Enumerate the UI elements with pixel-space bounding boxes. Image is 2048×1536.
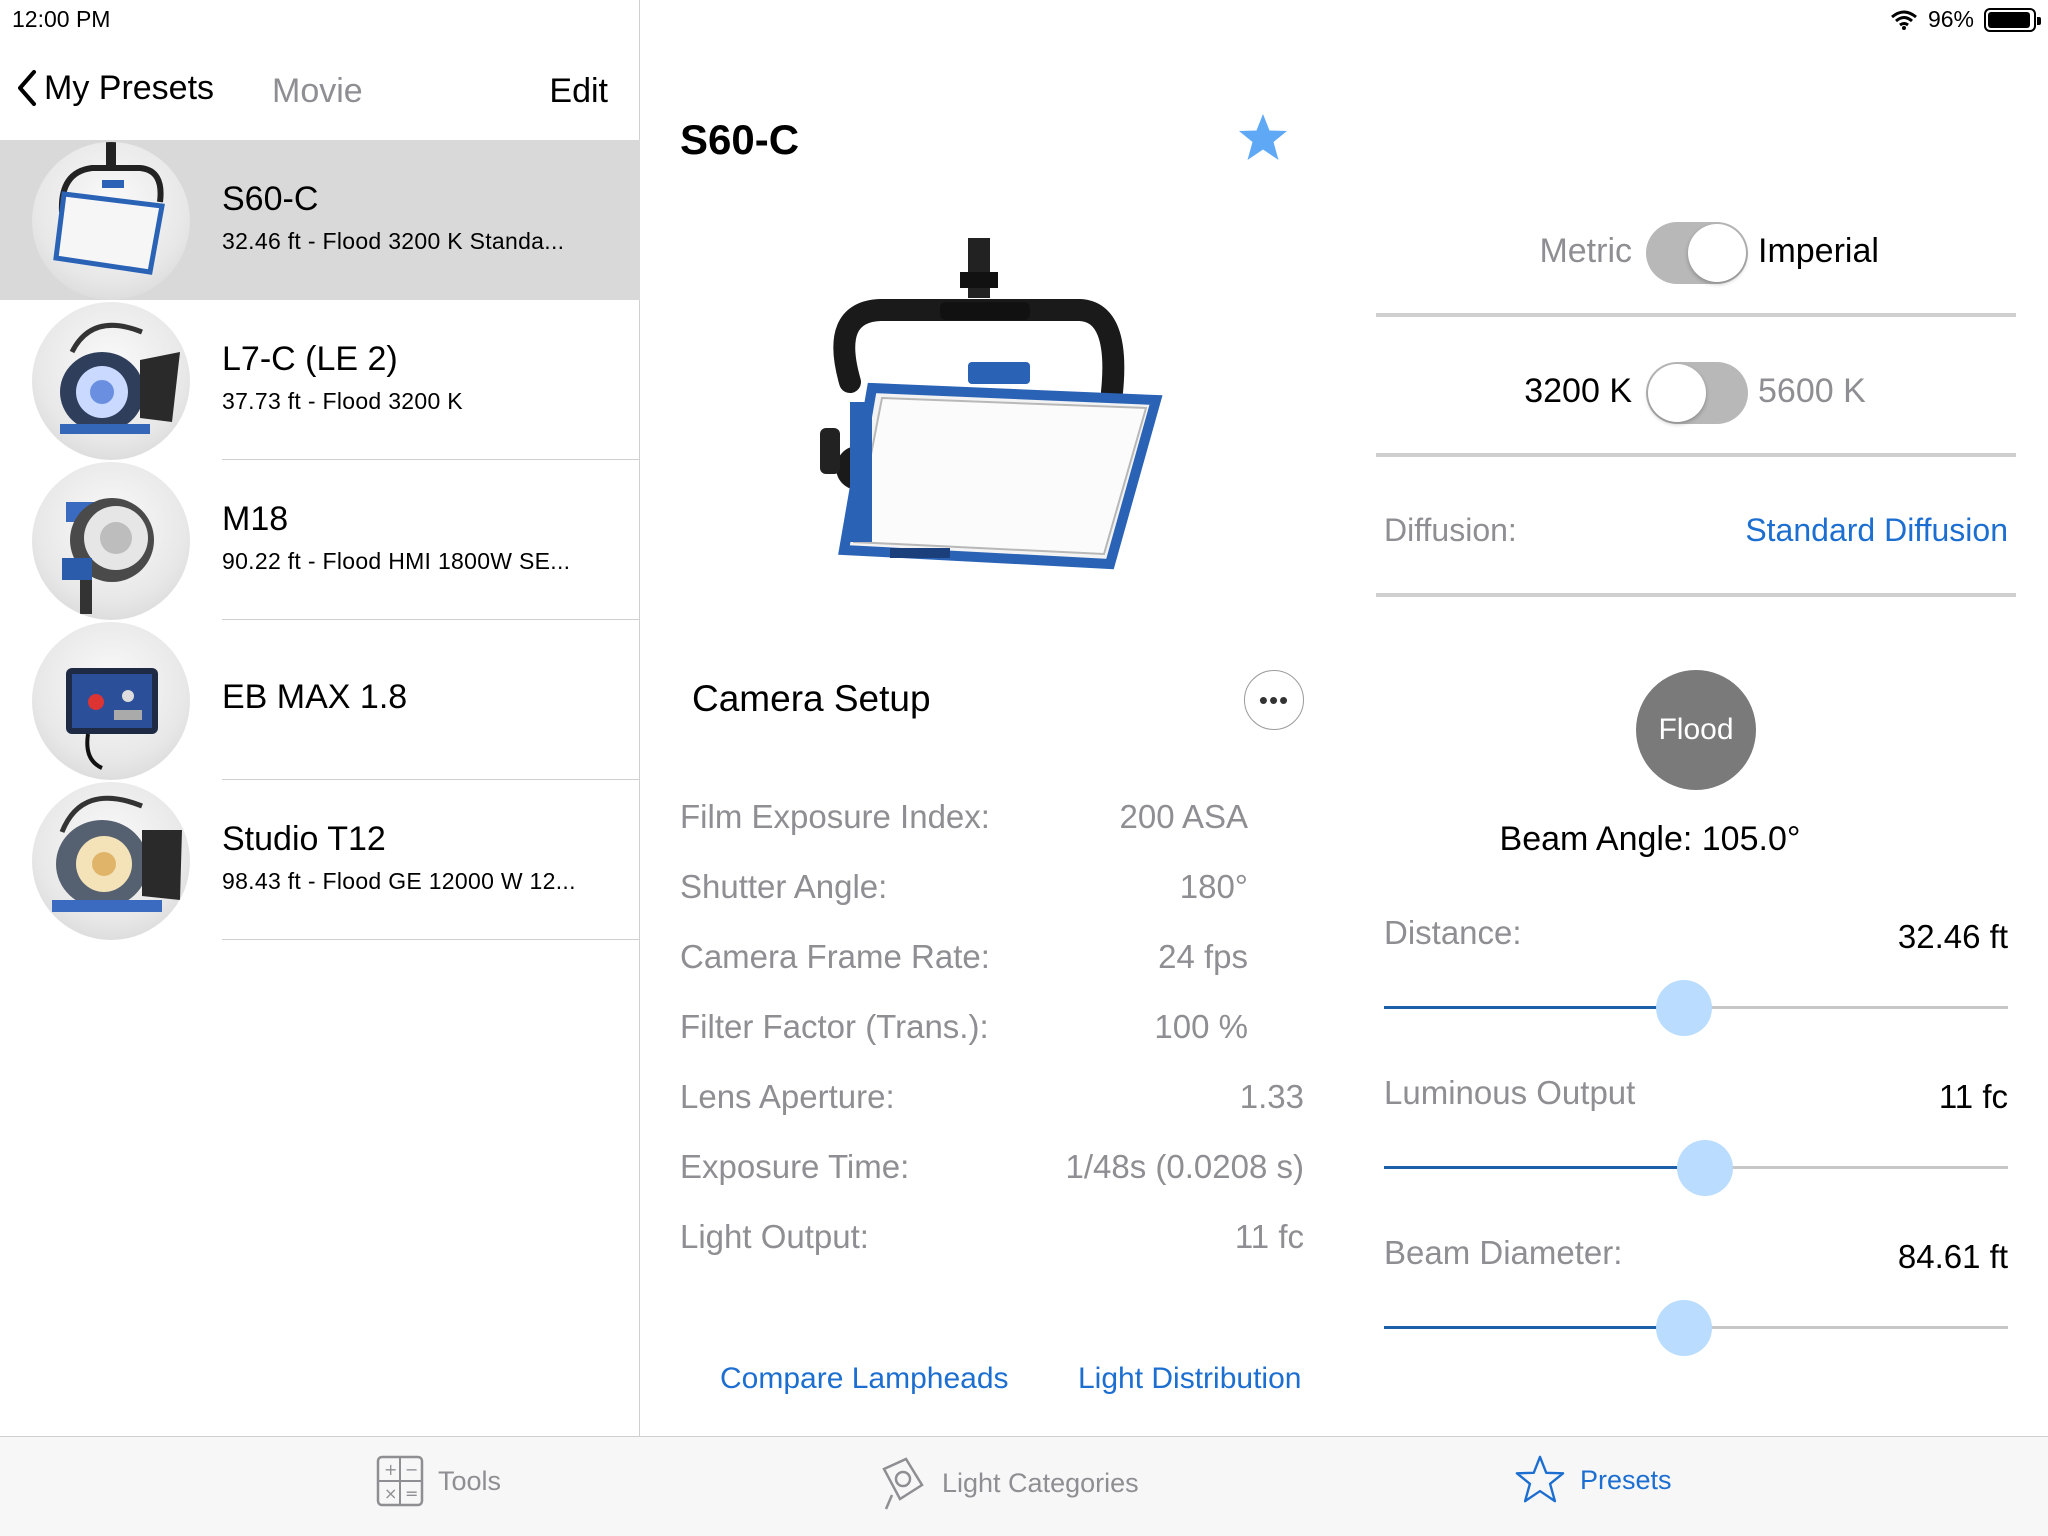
switch-knob <box>1648 364 1706 422</box>
param-label: Film Exposure Index: <box>680 798 990 835</box>
battery-level <box>1988 11 2031 28</box>
beam-mode-button[interactable]: Flood <box>1636 670 1756 790</box>
param-label: Lens Aperture: <box>680 1078 895 1115</box>
tab-light-categories[interactable]: Light Categories <box>876 1455 1139 1511</box>
compare-lampheads-link[interactable]: Compare Lampheads <box>720 1362 1009 1396</box>
beam-mode-label: Flood <box>1658 713 1734 746</box>
luminous-output-value: 11 fc <box>1938 1078 2008 1115</box>
lamp-thumbnail <box>32 622 190 780</box>
divider <box>1376 453 2016 457</box>
param-label: Filter Factor (Trans.): <box>680 1008 989 1045</box>
param-value: 24 fps <box>1158 938 1248 975</box>
beam-diameter-slider[interactable] <box>1384 1298 2008 1358</box>
preset-subtitle: 37.73 ft - Flood 3200 K <box>222 388 463 414</box>
lamp-category-icon <box>882 1457 924 1510</box>
lamp-thumbnail <box>32 782 190 940</box>
favorite-star-icon[interactable] <box>1236 112 1290 164</box>
slider-thumb[interactable] <box>1677 1140 1734 1196</box>
lamp-image <box>820 238 1163 570</box>
status-indicators: 96% <box>1890 6 2041 33</box>
lamp-thumbnail <box>32 302 190 460</box>
tab-label: Light Categories <box>942 1467 1139 1498</box>
list-item[interactable]: Studio T12 98.43 ft - Flood GE 12000 W 1… <box>0 780 640 940</box>
svg-text:×: × <box>384 1484 397 1503</box>
unit-toggle-row: Metric Imperial <box>1376 192 2016 312</box>
lamp-thumbnail <box>32 142 190 300</box>
preset-name: Studio T12 <box>222 820 386 858</box>
diffusion-label: Diffusion: <box>1384 512 1517 548</box>
diffusion-selector[interactable]: Standard Diffusion <box>1745 512 2008 549</box>
preset-subtitle: 90.22 ft - Flood HMI 1800W SE... <box>222 548 571 574</box>
slider-thumb[interactable] <box>1655 1300 1712 1356</box>
back-label: My Presets <box>44 68 215 107</box>
divider <box>1376 313 2016 317</box>
beam-diameter-value: 84.61 ft <box>1897 1238 2008 1275</box>
preset-name: EB MAX 1.8 <box>222 678 408 716</box>
preset-name: M18 <box>222 500 289 538</box>
preset-name: S60-C <box>222 180 319 218</box>
list-item[interactable]: M18 90.22 ft - Flood HMI 1800W SE... <box>0 460 640 620</box>
switch-knob <box>1688 224 1746 282</box>
distance-label: Distance: <box>1384 914 1522 951</box>
param-value: 1.33 <box>1239 1078 1304 1115</box>
distance-value: 32.46 ft <box>1897 918 2008 955</box>
presets-pane: My Presets Movie Edit S60-C 32.46 ft - F… <box>0 0 640 1436</box>
back-button[interactable]: My Presets <box>14 68 214 108</box>
param-value: 1/48s (0.0208 s) <box>1065 1148 1304 1185</box>
param-label: Shutter Angle: <box>680 868 888 905</box>
list-item[interactable]: S60-C 32.46 ft - Flood 3200 K Standa... <box>0 140 640 300</box>
tab-label: Presets <box>1580 1464 1672 1495</box>
temperature-toggle-row: 3200 K 5600 K <box>1376 332 2016 452</box>
lamp-thumbnail <box>32 462 190 620</box>
temp-option-5600: 5600 K <box>1758 372 1866 410</box>
tab-tools[interactable]: + − × = Tools <box>376 1455 501 1507</box>
svg-text:+: + <box>384 1460 397 1479</box>
param-value: 11 fc <box>1234 1218 1304 1255</box>
chevron-left-icon <box>18 70 36 106</box>
lamp-title: S60-C <box>680 116 800 163</box>
param-label: Exposure Time: <box>680 1148 910 1185</box>
more-options-button[interactable]: ••• <box>1244 670 1304 730</box>
slider-thumb[interactable] <box>1655 980 1712 1036</box>
unit-option-imperial: Imperial <box>1758 232 1879 270</box>
param-value: 100 % <box>1154 1008 1248 1045</box>
nav-bar: My Presets Movie Edit <box>0 56 640 124</box>
battery-percent: 96% <box>1927 6 1974 32</box>
distance-slider[interactable] <box>1384 978 2008 1038</box>
tab-presets[interactable]: Presets <box>1514 1455 1672 1505</box>
camera-setup-title: Camera Setup <box>692 678 931 719</box>
list-item[interactable]: EB MAX 1.8 <box>0 620 640 780</box>
nav-title: Movie <box>272 72 363 110</box>
preset-name: L7-C (LE 2) <box>222 340 398 378</box>
star-outline-icon <box>1515 1455 1565 1503</box>
light-distribution-link[interactable]: Light Distribution <box>1078 1362 1301 1396</box>
tab-bar: + − × = Tools Light Categories Presets <box>0 1436 2048 1536</box>
param-value: 180° <box>1179 868 1248 905</box>
edit-button[interactable]: Edit <box>549 72 608 111</box>
divider <box>1376 593 2016 597</box>
temp-option-3200: 3200 K <box>1524 372 1632 410</box>
beam-diameter-label: Beam Diameter: <box>1384 1234 1623 1271</box>
preset-subtitle: 98.43 ft - Flood GE 12000 W 12... <box>222 868 576 894</box>
luminous-output-label: Luminous Output <box>1384 1074 1636 1111</box>
preset-list: S60-C 32.46 ft - Flood 3200 K Standa... … <box>0 140 640 940</box>
calculator-icon: + − × = <box>376 1455 424 1507</box>
tab-label: Tools <box>438 1465 502 1496</box>
ellipsis-icon: ••• <box>1258 684 1290 715</box>
beam-angle: Beam Angle: 105.0° <box>1499 820 1801 858</box>
svg-text:=: = <box>405 1484 418 1503</box>
unit-switch[interactable] <box>1646 222 1748 284</box>
param-label: Light Output: <box>680 1218 869 1255</box>
list-item[interactable]: L7-C (LE 2) 37.73 ft - Flood 3200 K <box>0 300 640 460</box>
wifi-icon <box>1890 10 1917 30</box>
svg-text:−: − <box>405 1460 418 1479</box>
param-label: Camera Frame Rate: <box>680 938 990 975</box>
preset-subtitle: 32.46 ft - Flood 3200 K Standa... <box>222 228 565 254</box>
battery-icon <box>1984 7 2041 32</box>
param-value: 200 ASA <box>1119 798 1248 835</box>
temperature-switch[interactable] <box>1646 362 1748 424</box>
unit-option-metric: Metric <box>1539 232 1632 270</box>
luminous-output-slider[interactable] <box>1384 1138 2008 1198</box>
